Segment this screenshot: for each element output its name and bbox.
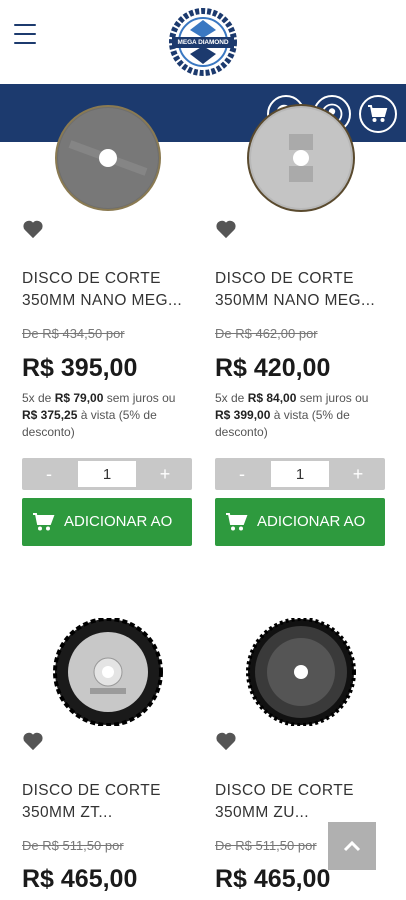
back-to-top-button[interactable] (328, 822, 376, 870)
heart-icon[interactable] (22, 731, 44, 751)
add-to-cart-button[interactable]: ADICIONAR AO (22, 498, 192, 546)
page: MEGA DIAMOND DISCO DE CORTE 350MM NANO M… (0, 0, 406, 900)
quantity-input[interactable] (271, 461, 329, 487)
product-price: R$ 395,00 (22, 354, 138, 382)
installments-text: 5x de R$ 79,00 sem juros ou R$ 375,25 à … (22, 391, 176, 439)
heart-icon[interactable] (22, 219, 44, 239)
product-title[interactable]: DISCO DE CORTE 350MM ZU... (215, 780, 387, 824)
cart-icon (226, 513, 248, 531)
product-price: R$ 465,00 (22, 865, 138, 893)
heart-icon[interactable] (215, 731, 237, 751)
add-to-cart-label: ADICIONAR AO (257, 513, 366, 530)
site-header: MEGA DIAMOND (0, 0, 406, 84)
hamburger-icon[interactable] (14, 24, 36, 46)
quantity-input[interactable] (78, 461, 136, 487)
product-price: R$ 465,00 (215, 865, 331, 893)
quantity-stepper: - + (215, 458, 385, 490)
decrease-quantity-button[interactable]: - (215, 458, 269, 490)
increase-quantity-button[interactable]: + (331, 458, 385, 490)
product-title[interactable]: DISCO DE CORTE 350MM NANO MEG... (22, 268, 194, 312)
cart-icon (368, 105, 388, 122)
product-title[interactable]: DISCO DE CORTE 350MM NANO MEG... (215, 268, 387, 312)
product-image[interactable] (243, 104, 359, 212)
chevron-up-icon (343, 840, 361, 852)
add-to-cart-label: ADICIONAR AO (64, 513, 173, 530)
heart-icon[interactable] (215, 219, 237, 239)
cart-icon (33, 513, 55, 531)
quantity-stepper: - + (22, 458, 192, 490)
decrease-quantity-button[interactable]: - (22, 458, 76, 490)
old-price: De R$ 462,00 por (215, 326, 318, 341)
old-price: De R$ 434,50 por (22, 326, 125, 341)
product-image[interactable] (50, 618, 166, 726)
logo-text: MEGA DIAMOND (172, 37, 234, 48)
product-image[interactable] (50, 104, 166, 212)
old-price: De R$ 511,50 por (22, 838, 124, 853)
product-image[interactable] (243, 618, 359, 726)
product-title[interactable]: DISCO DE CORTE 350MM ZT... (22, 780, 194, 824)
increase-quantity-button[interactable]: + (138, 458, 192, 490)
add-to-cart-button[interactable]: ADICIONAR AO (215, 498, 385, 546)
cart-button[interactable] (359, 95, 397, 133)
logo[interactable]: MEGA DIAMOND (168, 8, 238, 76)
old-price: De R$ 511,50 por (215, 838, 317, 853)
installments-text: 5x de R$ 84,00 sem juros ou R$ 399,00 à … (215, 391, 369, 439)
product-price: R$ 420,00 (215, 354, 331, 382)
